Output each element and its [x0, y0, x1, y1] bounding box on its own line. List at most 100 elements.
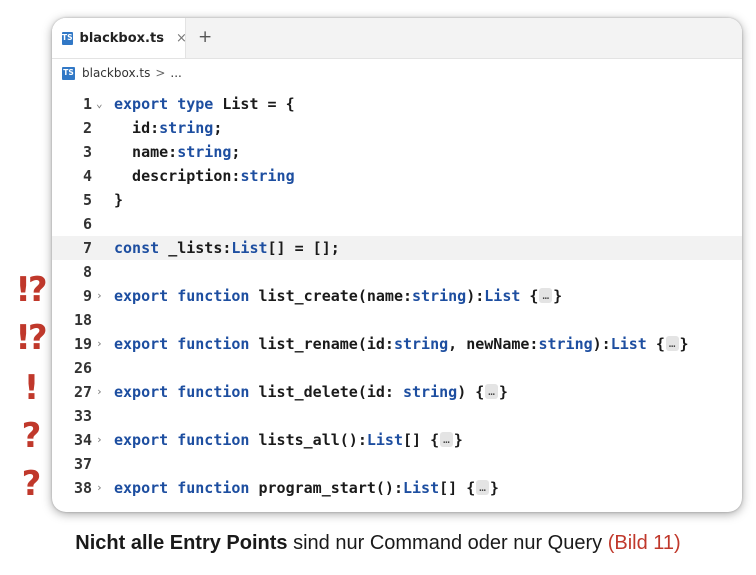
code-token: string	[240, 167, 295, 185]
code-line[interactable]: 9 › export function list_create(name:strin…	[52, 284, 742, 308]
breadcrumb-more[interactable]: ...	[170, 66, 181, 80]
code-line[interactable]: 37	[52, 452, 742, 476]
code-line[interactable]: 6	[52, 212, 742, 236]
line-number: 26	[73, 359, 92, 377]
code-line[interactable]: 27 › export function list_delete(id: strin…	[52, 380, 742, 404]
line-number: 19	[73, 335, 92, 353]
fold-collapsed-icon[interactable]: ›	[96, 380, 108, 404]
code-token: ):	[592, 335, 611, 353]
code-text: export function program_start():List[] {…	[114, 476, 499, 500]
code-token: {	[520, 287, 539, 305]
code-token: }	[489, 479, 499, 497]
code-text: export function list_rename(id:string, n…	[114, 332, 689, 356]
code-token: List = {	[222, 95, 295, 113]
code-token: const	[114, 239, 169, 257]
code-token: string	[177, 143, 232, 161]
tab-blackbox-ts[interactable]: TS blackbox.ts ×	[52, 18, 187, 58]
code-line[interactable]: 2 id:string;	[52, 116, 742, 140]
fold-collapsed-icon[interactable]: ›	[96, 476, 108, 500]
code-token: List	[231, 239, 268, 257]
code-token: _lists:	[168, 239, 232, 257]
new-tab-plus-icon[interactable]: +	[198, 27, 212, 47]
code-line[interactable]: 34 › export function lists_all():List[] {……	[52, 428, 742, 452]
folded-ellipsis[interactable]: …	[485, 384, 498, 399]
code-text: export function list_create(name:string)…	[114, 284, 562, 308]
code-line[interactable]: 8	[52, 260, 742, 284]
breadcrumb-file[interactable]: blackbox.ts	[82, 66, 150, 80]
line-number: 38	[73, 479, 92, 497]
code-token: , newName:	[448, 335, 539, 353]
line-number: 33	[73, 407, 92, 425]
close-icon[interactable]: ×	[176, 31, 187, 46]
code-token: }	[553, 287, 563, 305]
typescript-file-icon: TS	[62, 66, 75, 80]
code-token: }	[114, 191, 124, 209]
code-token: [] {	[439, 479, 476, 497]
folded-ellipsis[interactable]: …	[539, 288, 553, 303]
code-token: List	[484, 287, 521, 305]
code-line[interactable]: 18	[52, 308, 742, 332]
code-editor[interactable]: 1 ⌄ export type List = {2 id:string; 3 name…	[52, 92, 742, 500]
code-text: export type List = {	[114, 92, 295, 116]
code-line[interactable]: 5}	[52, 188, 742, 212]
code-token: list_create(name:	[258, 287, 413, 305]
fold-collapsed-icon[interactable]: ›	[96, 332, 108, 356]
figure-caption: Nicht alle Entry Points sind nur Command…	[0, 532, 756, 555]
code-token: }	[453, 431, 463, 449]
line-number: 27	[73, 383, 92, 401]
caption-text: sind nur Command oder nur Query	[287, 532, 608, 554]
line-number: 1	[82, 95, 92, 113]
code-text: export function lists_all():List[] {…}	[114, 428, 463, 452]
mark-exclamation: !	[23, 368, 40, 408]
code-token: string	[412, 287, 467, 305]
code-token: description:	[114, 167, 241, 185]
code-token: [] = [];	[267, 239, 340, 257]
code-token: string	[159, 119, 214, 137]
folded-ellipsis[interactable]: …	[665, 336, 679, 351]
code-line[interactable]: 3 name:string;	[52, 140, 742, 164]
mark-question-1: ?	[21, 416, 42, 456]
code-token: export function	[114, 287, 259, 305]
folded-ellipsis[interactable]: …	[440, 432, 453, 447]
line-number: 6	[82, 215, 92, 233]
fold-collapsed-icon[interactable]: ›	[96, 428, 108, 452]
code-text: id:string;	[114, 116, 222, 140]
tab-label: blackbox.ts	[79, 30, 164, 46]
code-text: description:string	[114, 164, 295, 188]
code-token: export function	[114, 335, 259, 353]
code-token: export function	[114, 479, 259, 497]
code-token: List	[403, 479, 440, 497]
mark-exclamation-question-2: !?	[15, 318, 47, 358]
code-text: }	[114, 188, 123, 212]
code-token: string	[538, 335, 593, 353]
line-number: 34	[73, 431, 92, 449]
fold-collapsed-icon[interactable]: ›	[96, 284, 108, 308]
mark-exclamation-question-1: !?	[15, 270, 47, 310]
annotation-marks: !? !? ! ? ?	[8, 0, 52, 575]
code-token: lists_all():	[258, 431, 367, 449]
code-line[interactable]: 4 description:string	[52, 164, 742, 188]
code-line[interactable]: 1 ⌄ export type List = {	[52, 92, 742, 116]
line-number: 37	[73, 455, 92, 473]
code-line[interactable]: 26	[52, 356, 742, 380]
fold-expanded-icon[interactable]: ⌄	[96, 92, 108, 116]
code-token: List	[610, 335, 647, 353]
code-line[interactable]: 7 const _lists:List[] = [];	[52, 236, 742, 260]
tab-bar: TS blackbox.ts × +	[52, 18, 742, 59]
typescript-file-icon: TS	[62, 31, 73, 45]
code-text: const _lists:List[] = [];	[114, 236, 340, 260]
line-number: 2	[82, 119, 92, 137]
code-token: list_delete(id:	[258, 383, 403, 401]
code-line[interactable]: 33	[52, 404, 742, 428]
line-number: 8	[82, 263, 92, 281]
code-text: export function list_delete(id: string) …	[114, 380, 508, 404]
code-token: ):	[466, 287, 485, 305]
code-token: {	[646, 335, 665, 353]
caption-reference: (Bild 11)	[607, 532, 681, 554]
line-number: 9	[82, 287, 92, 305]
code-line[interactable]: 38 › export function program_start():List[…	[52, 476, 742, 500]
breadcrumb-separator: >	[155, 66, 166, 80]
code-line[interactable]: 19 › export function list_rename(id:string…	[52, 332, 742, 356]
folded-ellipsis[interactable]: …	[476, 480, 489, 495]
line-number: 3	[82, 143, 92, 161]
